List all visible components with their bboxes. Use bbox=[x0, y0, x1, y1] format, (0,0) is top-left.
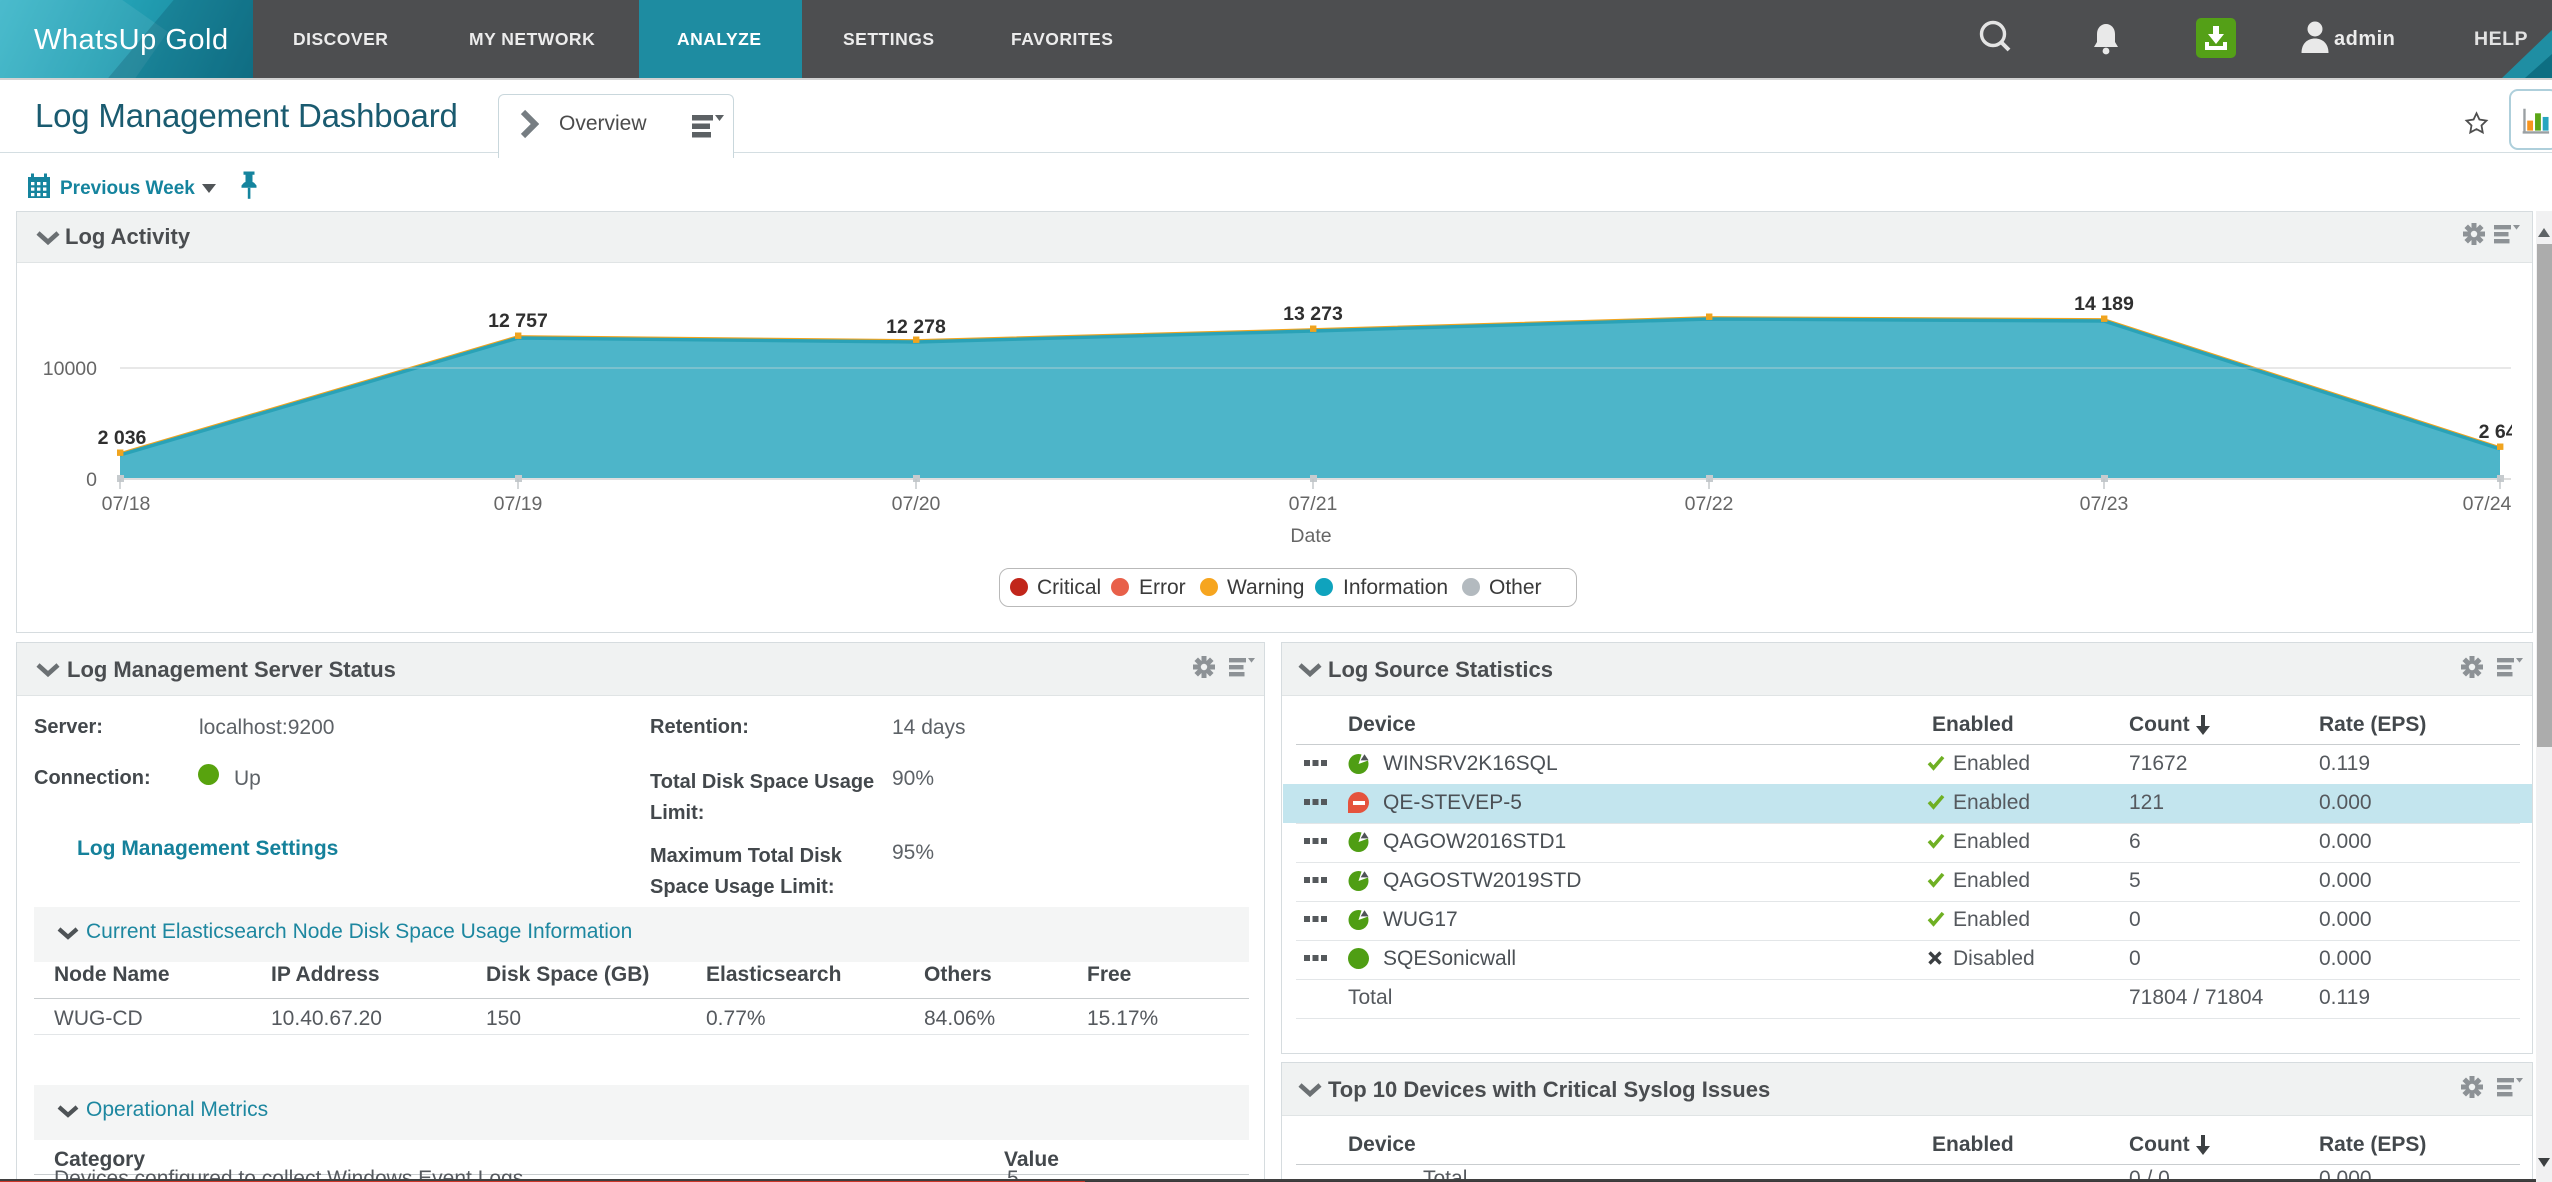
svg-text:07/18: 07/18 bbox=[102, 493, 151, 515]
svg-text:07/21: 07/21 bbox=[1289, 493, 1338, 515]
svg-text:14 189: 14 189 bbox=[2074, 293, 2134, 315]
svg-text:10000: 10000 bbox=[43, 358, 97, 380]
svg-text:Date: Date bbox=[1290, 525, 1331, 547]
svg-text:12 278: 12 278 bbox=[886, 316, 946, 338]
svg-text:2 648: 2 648 bbox=[2479, 421, 2512, 443]
svg-text:07/19: 07/19 bbox=[494, 493, 543, 515]
svg-text:07/24: 07/24 bbox=[2463, 493, 2512, 515]
svg-text:13 273: 13 273 bbox=[1283, 303, 1343, 325]
svg-text:0: 0 bbox=[86, 469, 97, 491]
svg-text:07/22: 07/22 bbox=[1685, 493, 1734, 515]
svg-text:07/23: 07/23 bbox=[2080, 493, 2129, 515]
svg-text:2 036: 2 036 bbox=[98, 427, 147, 449]
svg-text:07/20: 07/20 bbox=[892, 493, 941, 515]
svg-text:12 757: 12 757 bbox=[488, 310, 548, 332]
